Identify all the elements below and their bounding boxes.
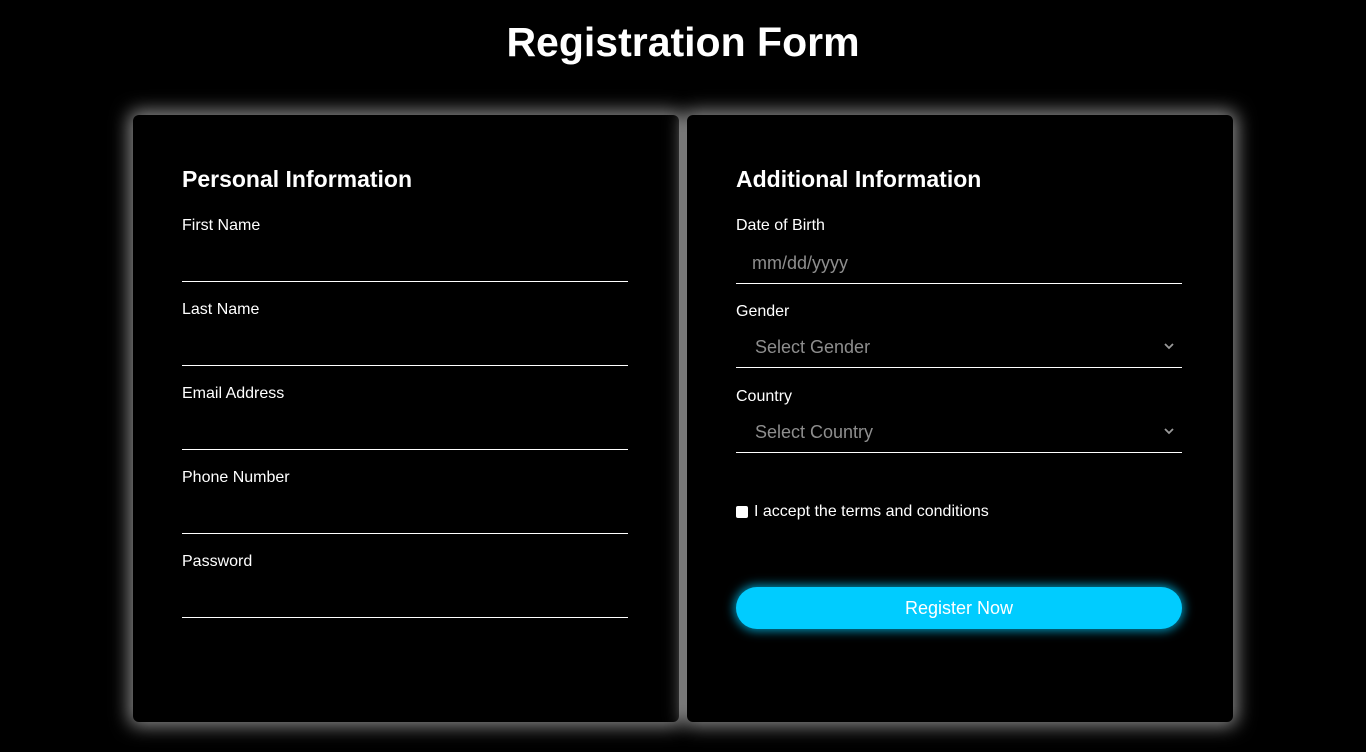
chevron-down-icon	[1164, 343, 1174, 350]
first-name-input[interactable]	[182, 246, 628, 282]
date-of-birth-input[interactable]: mm/dd/yyyy	[736, 246, 1182, 284]
last-name-input[interactable]	[182, 330, 628, 366]
country-label: Country	[736, 388, 793, 405]
email-address-input[interactable]	[182, 414, 628, 450]
date-of-birth-label: Date of Birth	[736, 217, 825, 234]
email-address-field: Email Address	[182, 384, 628, 450]
phone-number-input[interactable]	[182, 498, 628, 534]
register-now-button[interactable]: Register Now	[736, 587, 1182, 629]
personal-information-heading: Personal Information	[182, 166, 413, 192]
last-name-label: Last Name	[182, 301, 260, 318]
first-name-label: First Name	[182, 217, 261, 234]
gender-select[interactable]: Select Gender	[736, 330, 1182, 368]
chevron-down-icon	[1164, 428, 1174, 435]
page-title: Registration Form	[506, 19, 860, 65]
password-label: Password	[182, 553, 253, 570]
phone-number-field: Phone Number	[182, 468, 628, 534]
first-name-field: First Name	[182, 216, 628, 282]
phone-number-label: Phone Number	[182, 469, 290, 486]
last-name-field: Last Name	[182, 300, 628, 366]
country-selected-value: Select Country	[755, 422, 874, 442]
terms-row: I accept the terms and conditions	[736, 503, 989, 521]
country-field: Country Select Country	[736, 387, 1182, 453]
password-input[interactable]	[182, 582, 628, 618]
gender-field: Gender Select Gender	[736, 302, 1182, 368]
country-select[interactable]: Select Country	[736, 415, 1182, 453]
gender-selected-value: Select Gender	[755, 337, 871, 357]
date-of-birth-field: Date of Birth mm/dd/yyyy	[736, 216, 1182, 284]
personal-information-card: Personal Information First Name Last Nam…	[133, 115, 679, 722]
email-address-label: Email Address	[182, 385, 285, 402]
terms-label: I accept the terms and conditions	[754, 503, 989, 520]
password-field: Password	[182, 552, 628, 618]
terms-checkbox[interactable]	[736, 506, 748, 518]
additional-information-card: Additional Information Date of Birth mm/…	[687, 115, 1233, 722]
additional-information-heading: Additional Information	[736, 166, 982, 192]
date-of-birth-placeholder: mm/dd/yyyy	[752, 253, 849, 273]
gender-label: Gender	[736, 303, 790, 320]
